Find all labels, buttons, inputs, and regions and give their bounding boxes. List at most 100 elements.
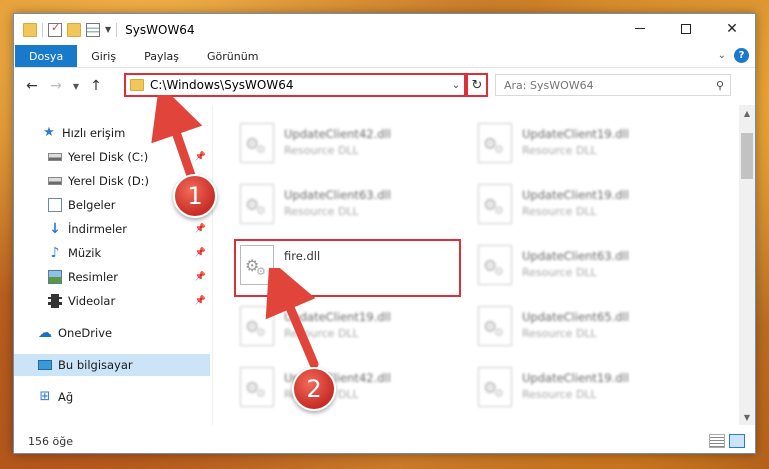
up-button[interactable]: ↑ — [86, 75, 106, 97]
file-name: UpdateClient63.dll — [284, 188, 391, 202]
address-dropdown-chevron-icon[interactable]: ⌄ — [448, 80, 464, 91]
sidebar-item-label: Hızlı erişim — [62, 126, 126, 140]
toolbar-separator — [116, 22, 118, 37]
cloud-icon: ☁ — [38, 325, 52, 341]
file-item[interactable]: UpdateClient42.dll Resource DLL — [234, 123, 460, 173]
recent-locations-chevron-icon[interactable]: ▼ — [70, 75, 82, 97]
file-item[interactable]: UpdateClient19.dll Resource DLL — [472, 367, 698, 417]
search-icon[interactable]: ⚲ — [710, 79, 730, 92]
music-icon: ♪ — [50, 245, 60, 261]
callout-badge-1: 1 — [173, 174, 217, 218]
status-bar: 156 öğe — [14, 429, 755, 453]
file-item[interactable]: UpdateClient19.dll Resource DLL — [472, 184, 698, 234]
tab-share[interactable]: Paylaş — [130, 45, 193, 67]
sidebar-item-this-pc[interactable]: Bu bilgisayar — [14, 354, 210, 376]
folder-icon — [23, 22, 37, 37]
sidebar-item-onedrive[interactable]: ☁ OneDrive — [14, 322, 210, 344]
file-item[interactable]: UpdateClient19.dll Resource DLL — [472, 123, 698, 173]
close-icon: ✕ — [726, 20, 738, 37]
tiles-view-icon[interactable] — [729, 434, 745, 448]
properties-check-icon[interactable] — [48, 21, 62, 37]
file-type: Resource DLL — [522, 266, 597, 279]
refresh-button[interactable]: ↻ — [466, 73, 488, 97]
download-icon: ↓ — [49, 221, 61, 237]
file-name: UpdateClient19.dll — [522, 371, 629, 385]
pin-icon: 📌 — [194, 152, 206, 162]
file-name: UpdateClient65.dll — [522, 310, 629, 324]
forward-button[interactable]: → — [46, 75, 66, 97]
maximize-button[interactable] — [663, 14, 709, 43]
tab-file[interactable]: Dosya — [15, 45, 78, 67]
dll-file-icon — [478, 123, 512, 163]
video-icon — [48, 294, 62, 308]
sidebar-item-videos[interactable]: Videolar 📌 — [14, 290, 210, 312]
file-type: Resource DLL — [522, 205, 597, 218]
file-type: Resource DLL — [522, 144, 597, 157]
file-item[interactable]: UpdateClient65.dll Resource DLL — [472, 306, 698, 356]
dll-file-icon — [240, 306, 274, 346]
star-icon: ★ — [43, 125, 55, 140]
back-button[interactable]: ← — [22, 75, 42, 97]
close-button[interactable]: ✕ — [709, 14, 755, 43]
minimize-button[interactable] — [617, 14, 663, 43]
tab-home[interactable]: Giriş — [77, 45, 130, 67]
minimize-icon — [635, 28, 645, 29]
navigation-bar: ← → ▼ ↑ C:\Windows\SysWOW64 ⌄ ↻ ⚲ — [14, 68, 755, 104]
sidebar-item-label: Ağ — [58, 390, 74, 404]
file-item[interactable]: UpdateClient63.dll Resource DLL — [234, 184, 460, 234]
file-item[interactable]: UpdateClient19.dll Resource DLL — [234, 306, 460, 356]
item-count: 156 öğe — [28, 434, 73, 448]
customize-toolbar-chevron-icon[interactable]: ▼ — [105, 25, 111, 34]
pin-icon: 📌 — [194, 248, 206, 258]
file-name: UpdateClient42.dll — [284, 127, 391, 141]
file-item[interactable]: UpdateClient63.dll Resource DLL — [472, 245, 698, 295]
ribbon-right-controls: ⌄ ? — [718, 48, 749, 63]
details-view-icon[interactable] — [709, 434, 725, 448]
sidebar-item-label: Belgeler — [68, 198, 116, 212]
dll-file-icon — [240, 367, 274, 407]
navigation-pane: ★ Hızlı erişim Yerel Disk (C:) 📌 Yerel D… — [14, 105, 210, 425]
picture-icon — [48, 270, 62, 284]
title-bar: ▼ SysWOW64 ✕ — [14, 14, 755, 45]
network-icon: ⊞ — [39, 389, 51, 404]
dll-file-icon — [478, 245, 512, 285]
file-type: Resource DLL — [284, 205, 359, 218]
tab-view[interactable]: Görünüm — [193, 45, 272, 67]
folder-icon — [130, 79, 144, 91]
vertical-scrollbar[interactable]: ▲ ▼ — [739, 105, 755, 425]
file-name: UpdateClient19.dll — [284, 310, 391, 324]
file-type: Resource DLL — [284, 144, 359, 157]
sidebar-item-local-disk-c[interactable]: Yerel Disk (C:) 📌 — [14, 146, 210, 168]
search-input[interactable] — [504, 78, 710, 92]
sidebar-item-quick-access[interactable]: ★ Hızlı erişim — [14, 122, 210, 144]
list-properties-icon[interactable] — [86, 22, 100, 37]
dll-file-icon — [478, 184, 512, 224]
toolbar-separator — [42, 22, 43, 37]
dll-file-icon — [240, 184, 274, 224]
scroll-down-arrow-icon[interactable]: ▼ — [739, 409, 755, 425]
sidebar-item-downloads[interactable]: ↓ İndirmeler 📌 — [14, 218, 210, 240]
maximize-icon — [681, 23, 691, 34]
sidebar-item-label: Videolar — [68, 294, 116, 308]
sidebar-item-music[interactable]: ♪ Müzik 📌 — [14, 242, 210, 264]
sidebar-item-network[interactable]: ⊞ Ağ — [14, 386, 210, 408]
sidebar-item-label: İndirmeler — [68, 222, 127, 236]
scroll-thumb[interactable] — [741, 133, 753, 179]
window-controls: ✕ — [617, 14, 755, 43]
file-type: Resource DLL — [284, 327, 359, 340]
pane-splitter[interactable] — [212, 105, 213, 425]
dll-file-icon — [478, 306, 512, 346]
scroll-up-arrow-icon[interactable]: ▲ — [739, 105, 755, 121]
file-name: UpdateClient19.dll — [522, 127, 629, 141]
search-box[interactable]: ⚲ — [495, 74, 731, 96]
new-folder-icon[interactable] — [67, 22, 81, 37]
address-bar[interactable]: C:\Windows\SysWOW64 ⌄ — [124, 73, 466, 97]
file-name: UpdateClient63.dll — [522, 249, 629, 263]
file-item[interactable]: UpdateClient42.dllResource DLL — [234, 367, 460, 417]
help-icon[interactable]: ? — [734, 48, 749, 63]
sidebar-item-label: Yerel Disk (D:) — [68, 174, 150, 188]
sidebar-item-label: Müzik — [68, 246, 102, 260]
address-path[interactable]: C:\Windows\SysWOW64 — [150, 78, 448, 92]
expand-ribbon-chevron-icon[interactable]: ⌄ — [718, 50, 726, 61]
sidebar-item-pictures[interactable]: Resimler 📌 — [14, 266, 210, 288]
